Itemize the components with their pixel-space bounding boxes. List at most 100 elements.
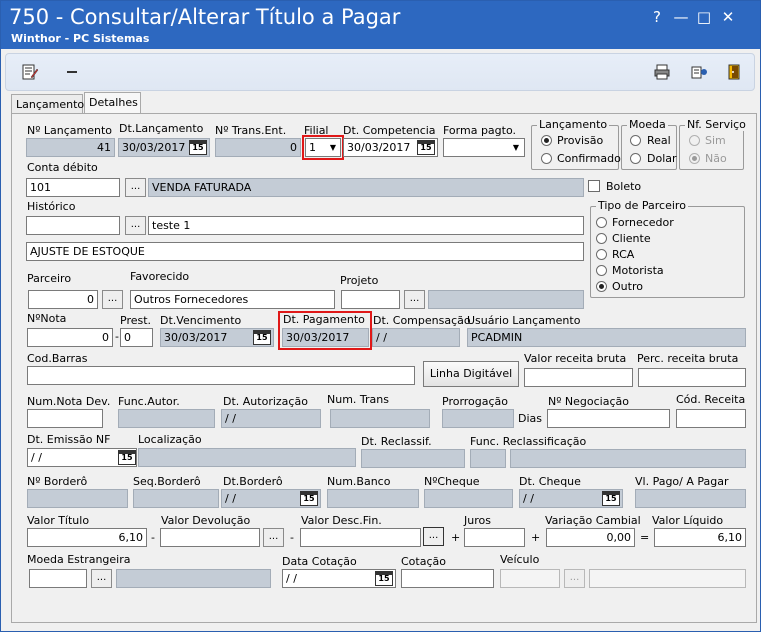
valor-devolucao-label: Valor Devolução — [161, 514, 251, 527]
lancamento-group: Lançamento Provisão Confirmado — [531, 118, 621, 170]
radio-rca[interactable] — [596, 249, 607, 260]
valor-desc-fin-field[interactable] — [300, 528, 421, 547]
historico-code[interactable] — [26, 216, 120, 235]
num-negociacao-field[interactable] — [547, 409, 670, 428]
chevron-down-icon[interactable]: ▼ — [509, 140, 523, 155]
maximize-button[interactable]: □ — [693, 7, 715, 27]
historico-text-2[interactable]: AJUSTE DE ESTOQUE — [26, 242, 584, 261]
prest-field[interactable]: 0 — [120, 328, 153, 347]
valor-desc-fin-button[interactable]: ... — [423, 527, 444, 546]
toolbar — [5, 53, 755, 91]
moeda-estrangeira-code[interactable] — [29, 569, 87, 588]
conta-debito-search-button[interactable]: ... — [125, 178, 146, 197]
minimize-button[interactable]: — — [670, 7, 692, 27]
window-subtitle: Winthor - PC Sistemas — [11, 32, 150, 45]
outro-label: Outro — [612, 280, 643, 293]
radio-confirmado[interactable] — [541, 153, 552, 164]
cotacao-field[interactable] — [401, 569, 494, 588]
sim-label: Sim — [705, 134, 726, 147]
func-reclassificacao-code — [470, 449, 506, 468]
projeto-field[interactable] — [341, 290, 400, 309]
print-icon[interactable] — [652, 63, 672, 83]
historico-text[interactable]: teste 1 — [148, 216, 584, 235]
parceiro-field[interactable]: 0 — [28, 290, 98, 309]
parceiro-search-button[interactable]: ... — [102, 290, 123, 309]
radio-nao[interactable] — [689, 153, 700, 164]
dt-cheque-value: / / — [523, 492, 534, 505]
tab-lancamentos[interactable]: Lançamentos — [11, 94, 90, 114]
vl-pago-label: Vl. Pago/ A Pagar — [635, 475, 729, 488]
cod-receita-field[interactable] — [676, 409, 746, 428]
perc-receita-bruta-label: Perc. receita bruta — [637, 352, 739, 365]
valor-receita-bruta-field[interactable] — [524, 368, 633, 387]
provisao-label: Provisão — [557, 134, 604, 147]
tab-detalhes[interactable]: Detalhes — [84, 92, 141, 114]
valor-liquido-field[interactable]: 6,10 — [654, 528, 746, 547]
radio-outro[interactable] — [596, 281, 607, 292]
num-nota-field[interactable]: 0 — [27, 328, 113, 347]
veiculo-code[interactable] — [500, 569, 560, 588]
calendar-icon[interactable]: 15 — [602, 491, 620, 506]
radio-fornecedor[interactable] — [596, 217, 607, 228]
exit-door-icon[interactable] — [724, 63, 744, 83]
window-title: 750 - Consultar/Alterar Título a Pagar — [9, 5, 401, 29]
radio-cliente[interactable] — [596, 233, 607, 244]
help-button[interactable]: ? — [646, 7, 668, 27]
juros-field[interactable] — [464, 528, 525, 547]
radio-sim[interactable] — [689, 135, 700, 146]
radio-dolar[interactable] — [630, 153, 641, 164]
radio-motorista[interactable] — [596, 265, 607, 276]
edit-doc-icon[interactable] — [20, 63, 40, 83]
cod-barras-field[interactable] — [27, 366, 415, 385]
num-bordero-label: Nº Borderô — [27, 475, 88, 488]
num-lancamento-field[interactable]: 41 — [26, 138, 115, 157]
variacao-cambial-field[interactable]: 0,00 — [546, 528, 635, 547]
settings-icon[interactable] — [689, 63, 709, 83]
details-panel: Nº Lançamento 41 Dt.Lançamento 30/03/201… — [11, 113, 757, 623]
valor-titulo-field[interactable]: 6,10 — [27, 528, 147, 547]
veiculo-desc — [589, 569, 746, 588]
veiculo-button[interactable]: ... — [564, 569, 585, 588]
num-trans-ent-label: Nº Trans.Ent. — [215, 124, 287, 137]
func-reclassificacao-label: Func. Reclassificação — [470, 435, 587, 448]
projeto-label: Projeto — [340, 274, 379, 287]
valor-desc-fin-label: Valor Desc.Fin. — [301, 514, 382, 527]
valor-devolucao-button[interactable]: ... — [263, 528, 284, 547]
boleto-checkbox[interactable] — [588, 180, 600, 192]
num-banco-label: Num.Banco — [327, 475, 391, 488]
num-nota-dev-field[interactable] — [27, 409, 103, 428]
projeto-desc — [428, 290, 584, 309]
conta-debito-code[interactable]: 101 — [26, 178, 120, 197]
nf-servico-group-title: Nf. Serviço — [685, 118, 748, 131]
projeto-search-button[interactable]: ... — [404, 290, 425, 309]
linha-digitavel-button[interactable]: Linha Digitável — [423, 361, 519, 387]
valor-devolucao-field[interactable] — [160, 528, 260, 547]
minus-icon[interactable] — [62, 63, 82, 83]
historico-label: Histórico — [27, 200, 76, 213]
dt-compensacao-field[interactable]: / / — [372, 328, 460, 347]
cod-receita-label: Cód. Receita — [676, 393, 746, 406]
minus-sign: - — [290, 531, 294, 544]
nao-label: Não — [705, 152, 727, 165]
calendar-icon[interactable]: 15 — [189, 140, 207, 155]
filial-highlight — [302, 135, 344, 160]
calendar-icon[interactable]: 15 — [118, 450, 136, 465]
valor-liquido-label: Valor Líquido — [652, 514, 724, 527]
num-trans-ent-field[interactable]: 0 — [215, 138, 301, 157]
perc-receita-bruta-field[interactable] — [638, 368, 746, 387]
calendar-icon[interactable]: 15 — [300, 491, 318, 506]
calendar-icon[interactable]: 15 — [253, 330, 271, 345]
calendar-icon[interactable]: 15 — [417, 140, 435, 155]
dt-autorizacao-field[interactable]: / / — [221, 409, 321, 428]
radio-real[interactable] — [630, 135, 641, 146]
calendar-icon[interactable]: 15 — [375, 571, 393, 586]
func-autor-field — [118, 409, 215, 428]
conta-debito-label: Conta débito — [27, 161, 98, 174]
moeda-estrangeira-button[interactable]: ... — [91, 569, 112, 588]
historico-search-button[interactable]: ... — [125, 216, 146, 235]
num-cheque-label: NºCheque — [424, 475, 480, 488]
dt-vencimento-label: Dt.Vencimento — [160, 314, 242, 327]
close-button[interactable]: ✕ — [717, 7, 739, 27]
favorecido-field[interactable]: Outros Fornecedores — [130, 290, 335, 309]
radio-provisao[interactable] — [541, 135, 552, 146]
